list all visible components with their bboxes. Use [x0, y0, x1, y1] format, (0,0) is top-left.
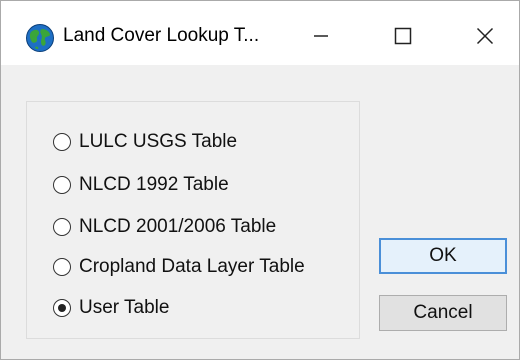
radio-option-nlcd-1992[interactable]: NLCD 1992 Table: [53, 172, 229, 198]
radio-button[interactable]: [53, 176, 71, 194]
minimize-button[interactable]: [297, 13, 345, 59]
title-bar[interactable]: Land Cover Lookup T...: [1, 1, 519, 65]
radio-option-cropland-data-layer[interactable]: Cropland Data Layer Table: [53, 254, 305, 280]
close-button[interactable]: [461, 13, 509, 59]
radio-button[interactable]: [53, 258, 71, 276]
close-icon: [476, 27, 494, 45]
minimize-icon: [314, 35, 328, 37]
radio-label: Cropland Data Layer Table: [79, 256, 305, 277]
radio-label: NLCD 1992 Table: [79, 174, 229, 195]
radio-option-nlcd-2001-2006[interactable]: NLCD 2001/2006 Table: [53, 214, 276, 240]
radio-button[interactable]: [53, 218, 71, 236]
radio-label: LULC USGS Table: [79, 131, 238, 152]
radio-option-user-table[interactable]: User Table: [53, 295, 169, 321]
maximize-icon: [394, 27, 412, 45]
radio-button[interactable]: [53, 299, 71, 317]
radio-button[interactable]: [53, 133, 71, 151]
cancel-button[interactable]: Cancel: [379, 295, 507, 331]
maximize-button[interactable]: [379, 13, 427, 59]
window-title: Land Cover Lookup T...: [63, 25, 260, 46]
globe-icon: [26, 24, 54, 52]
dialog-window: Land Cover Lookup T... LULC USGS Table N…: [0, 0, 520, 360]
radio-label: NLCD 2001/2006 Table: [79, 216, 277, 237]
radio-option-lulc-usgs[interactable]: LULC USGS Table: [53, 129, 237, 155]
radio-label: User Table: [79, 297, 170, 318]
ok-button[interactable]: OK: [379, 238, 507, 274]
